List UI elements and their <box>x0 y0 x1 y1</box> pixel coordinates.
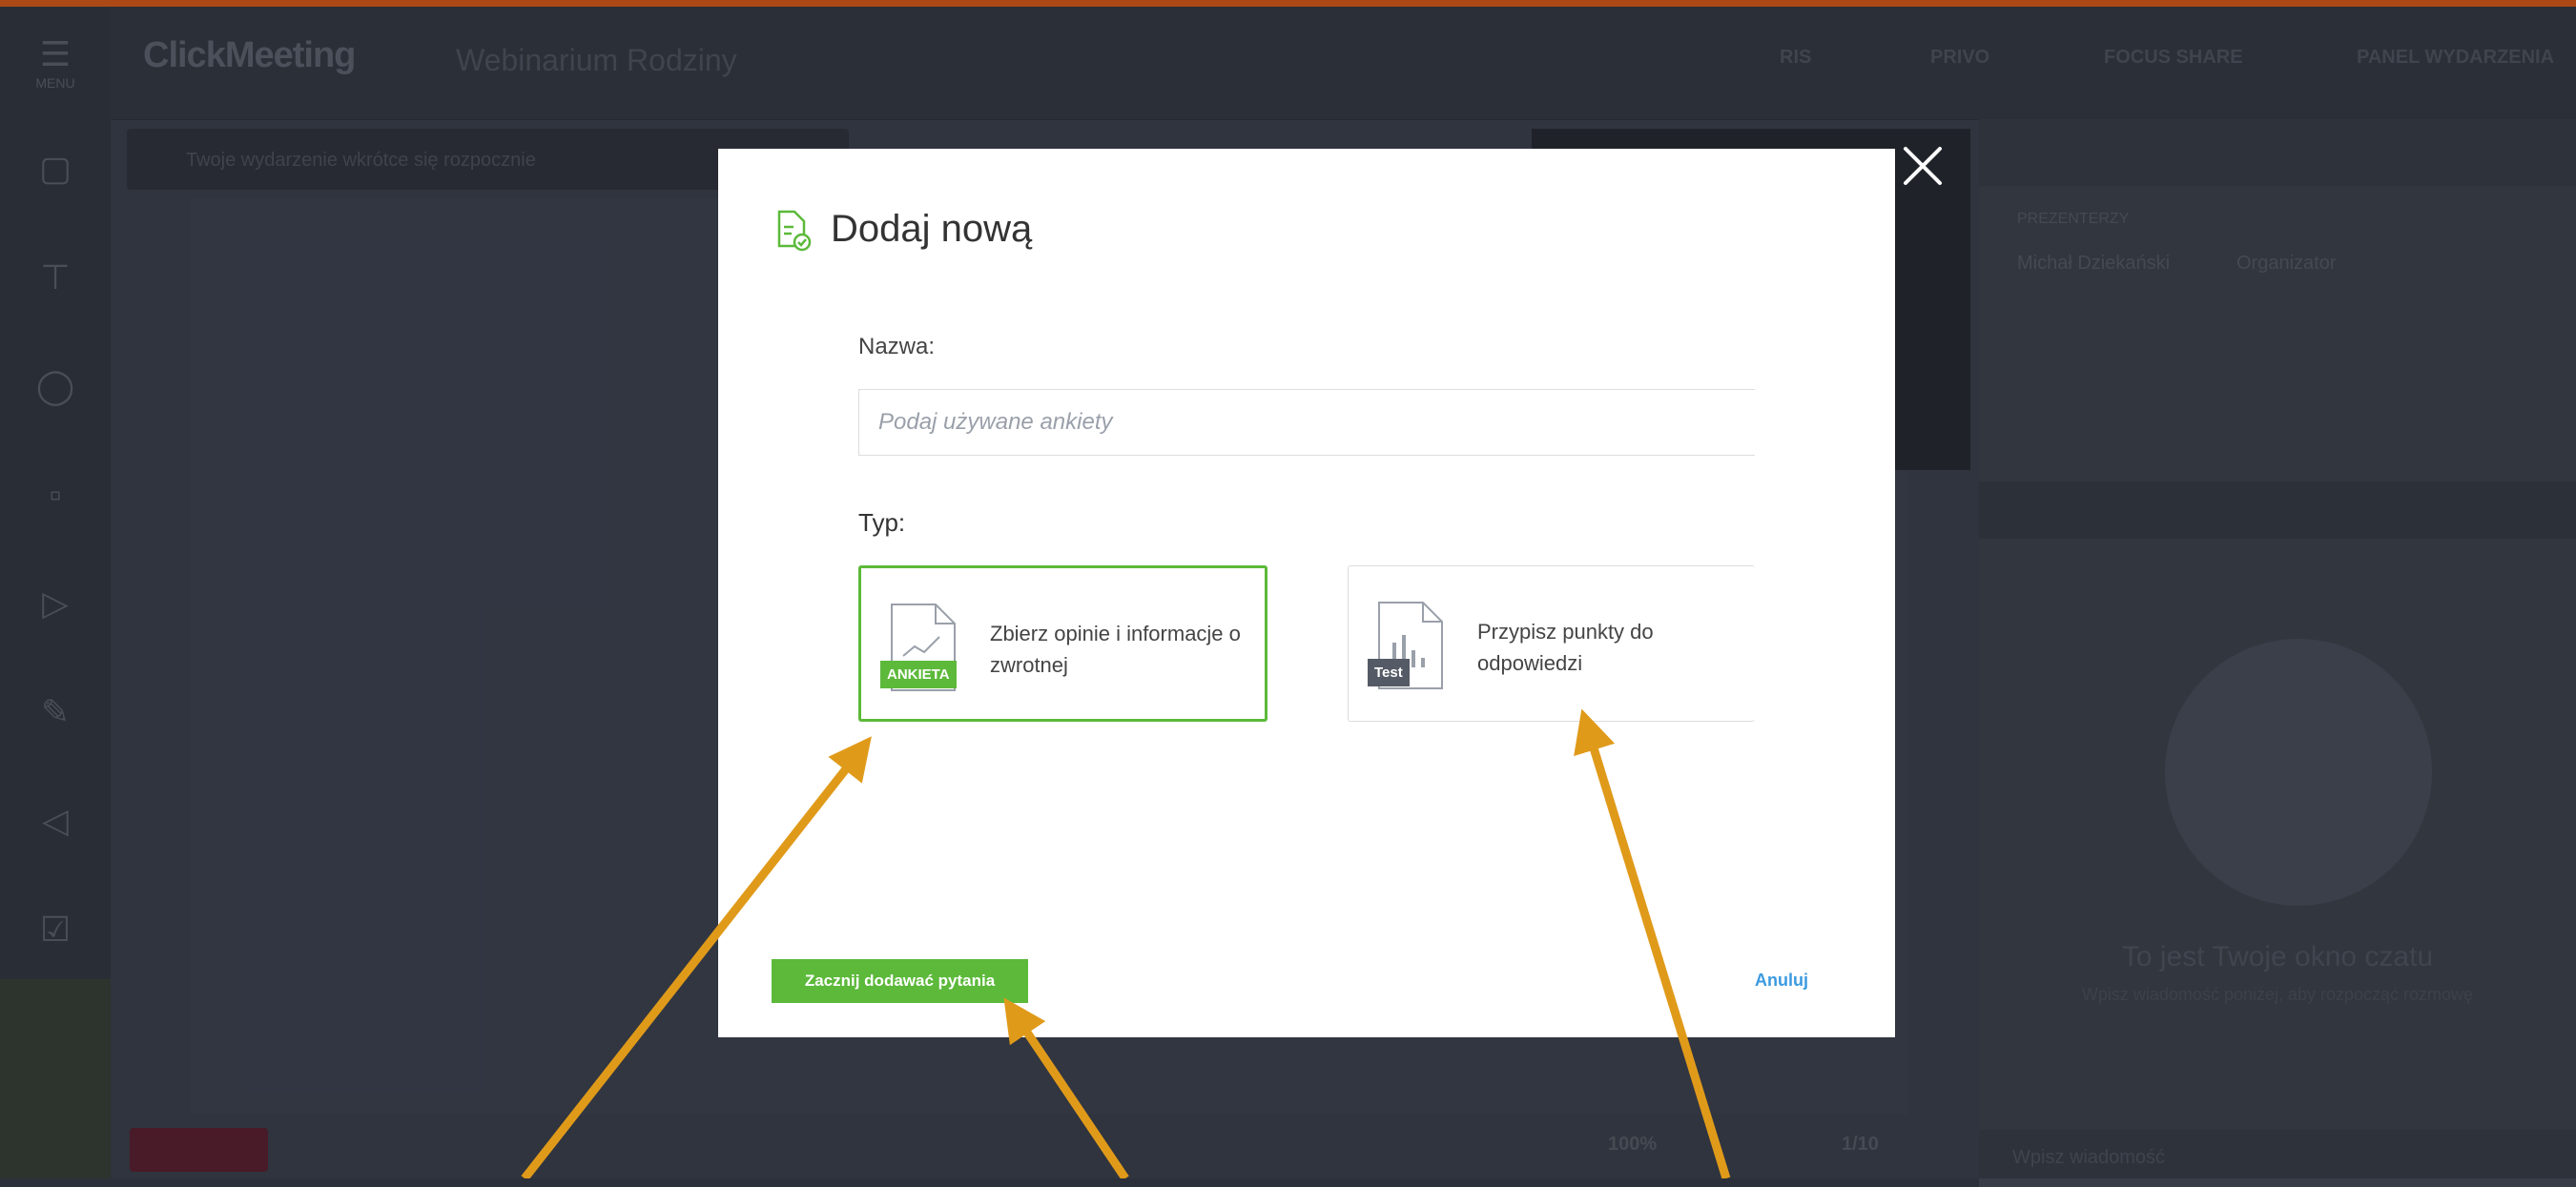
dialog-title: Dodaj nową <box>831 208 1033 250</box>
add-survey-dialog: Dodaj nową Nazwa: Typ: ANKIETA Zbierz op… <box>718 149 1895 1037</box>
close-icon[interactable] <box>1898 141 1947 191</box>
survey-type-card[interactable]: ANKIETA Zbierz opinie i informacje o zwr… <box>858 565 1267 722</box>
name-label: Nazwa: <box>858 334 936 359</box>
test-card-description: Przypisz punkty do odpowiedzi <box>1477 620 1654 675</box>
survey-badge: ANKIETA <box>880 661 957 688</box>
survey-name-input[interactable] <box>858 389 1755 456</box>
survey-add-icon <box>777 210 812 252</box>
start-adding-questions-button[interactable]: Zacznij dodawać pytania <box>772 959 1028 1003</box>
type-label: Typ: <box>858 508 906 537</box>
test-badge: Test <box>1368 659 1410 686</box>
survey-card-description: Zbierz opinie i informacje o zwrotnej <box>990 622 1241 677</box>
test-type-card[interactable]: Test Przypisz punkty do odpowiedzi <box>1348 565 1755 722</box>
cancel-link[interactable]: Anuluj <box>1755 971 1808 991</box>
